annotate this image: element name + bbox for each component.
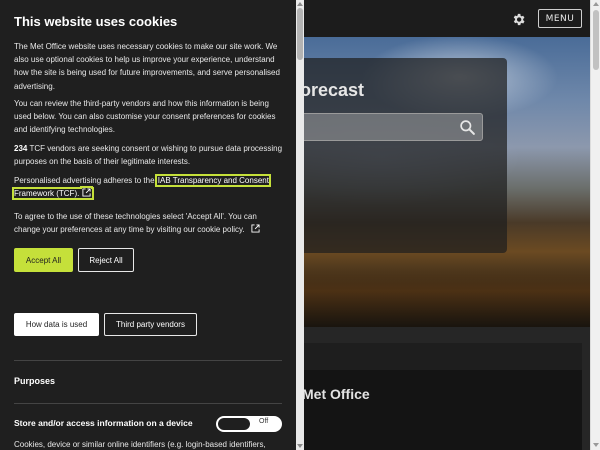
location-search-input[interactable] — [300, 113, 483, 141]
vendor-count-text: 234 TCF vendors are seeking consent or w… — [14, 142, 284, 168]
toggle-knob — [218, 418, 250, 430]
scroll-up-icon[interactable] — [593, 2, 599, 6]
scroll-down-icon[interactable] — [593, 443, 599, 447]
page-scrollbar[interactable] — [590, 0, 600, 450]
tcf-prefix: Personalised advertising adheres to the — [14, 176, 157, 185]
scroll-down-icon[interactable] — [297, 444, 303, 448]
menu-button[interactable]: MENU — [538, 9, 582, 28]
tab-third-party-vendors[interactable]: Third party vendors — [104, 313, 197, 336]
content-card-header — [300, 343, 582, 370]
store-access-toggle[interactable]: Off — [216, 416, 282, 432]
reject-all-button[interactable]: Reject All — [78, 248, 134, 272]
external-link-icon — [82, 188, 91, 197]
gear-icon[interactable] — [509, 10, 528, 29]
store-access-description: Cookies, device or similar online identi… — [14, 440, 266, 449]
cookie-panel-title: This website uses cookies — [14, 14, 178, 29]
cookie-review-text: You can review the third-party vendors a… — [14, 99, 276, 135]
cookie-panel-scrollbar[interactable] — [296, 0, 304, 450]
cookie-policy-text: To agree to the use of these technologie… — [14, 210, 284, 236]
tab-how-data-used[interactable]: How data is used — [14, 313, 99, 336]
cookie-intro-text: The Met Office website uses necessary co… — [14, 42, 280, 91]
tcf-text: Personalised advertising adheres to the … — [12, 173, 284, 201]
divider — [14, 360, 282, 361]
scroll-up-icon[interactable] — [297, 2, 303, 6]
scrollbar-thumb[interactable] — [593, 10, 599, 70]
toggle-state-label: Off — [259, 418, 269, 425]
forecast-heading: orecast — [300, 80, 365, 100]
vendor-count: 234 — [14, 144, 28, 153]
scrollbar-thumb[interactable] — [297, 8, 303, 60]
purposes-heading: Purposes — [14, 376, 56, 386]
card-title: Met Office — [302, 386, 370, 402]
accept-all-button[interactable]: Accept All — [14, 248, 73, 272]
vendor-count-description: TCF vendors are seeking consent or wishi… — [14, 144, 283, 167]
cookie-consent-panel: This website uses cookies The Met Office… — [0, 0, 296, 450]
store-access-label: Store and/or access information on a dev… — [14, 418, 193, 428]
cookie-policy-sentence: To agree to the use of these technologie… — [14, 212, 257, 235]
search-icon[interactable] — [459, 119, 476, 136]
external-link-icon[interactable] — [251, 224, 260, 233]
divider — [14, 403, 282, 404]
